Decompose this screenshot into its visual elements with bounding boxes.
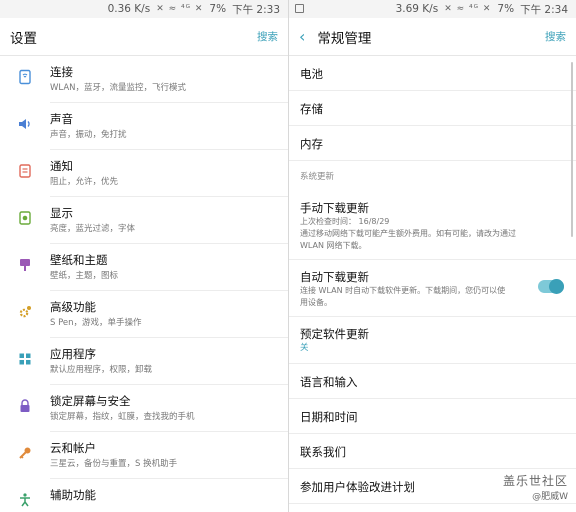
storage-item[interactable]: 存储 — [289, 91, 576, 126]
date-time-item[interactable]: 日期和时间 — [289, 399, 576, 434]
lock-icon — [16, 397, 34, 415]
last-check-time: 上次检查时间： 16/8/29 — [300, 217, 390, 226]
app-header: ‹ 常规管理 搜索 — [289, 18, 576, 56]
advanced-features-icon — [16, 303, 34, 321]
watermark-author: @肥威W — [532, 492, 568, 502]
search-button[interactable]: 搜索 — [257, 29, 278, 44]
item-description: 用设备。 — [300, 298, 332, 307]
settings-item-title: 声音 — [50, 112, 73, 126]
accessibility-icon — [16, 491, 34, 509]
wallpaper-icon — [16, 256, 34, 274]
scrollbar[interactable] — [571, 62, 573, 237]
signal-icons: ✕ ≈ ⁴ᴳ ✕ — [156, 4, 204, 14]
item-title: 自动下载更新 — [300, 270, 369, 284]
notifications-icon — [16, 162, 34, 180]
watermark: 盖乐世社区 @肥威W — [503, 472, 568, 502]
settings-item-text: 通知 阻止，允许，优先 — [50, 159, 118, 189]
watermark-title: 盖乐世社区 — [502, 474, 568, 488]
settings-item-subtitle: 阻止，允许，优先 — [50, 177, 119, 187]
item-description: 连接 WLAN 时自动下载软件更新。下载期间，您仍可以使 — [300, 286, 506, 295]
apps-icon — [16, 350, 34, 368]
settings-item[interactable]: 通知 阻止，允许，优先 — [0, 150, 288, 197]
page-title: 设置 — [10, 30, 37, 47]
page-title: 常规管理 — [317, 30, 372, 47]
scheduled-update-item[interactable]: 预定软件更新 关 — [289, 317, 576, 364]
contact-us-item[interactable]: 联系我们 — [289, 434, 576, 469]
language-input-item[interactable]: 语言和输入 — [289, 364, 576, 399]
search-button[interactable]: 搜索 — [545, 29, 566, 44]
settings-item-text: 连接 WLAN，蓝牙，流量监控，飞行模式 — [50, 65, 186, 95]
item-description: WLAN 网络下载。 — [300, 241, 367, 250]
settings-item-title: 壁纸和主题 — [50, 253, 108, 267]
settings-item-title: 显示 — [50, 206, 73, 220]
settings-item[interactable]: 应用程序 默认应用程序，权限，卸载 — [0, 338, 288, 385]
settings-item[interactable]: 云和帐户 三星云，备份与重置，S 换机助手 — [0, 432, 288, 479]
battery-level: 7% — [209, 3, 227, 15]
auto-download-update-item[interactable]: 自动下载更新 连接 WLAN 时自动下载软件更新。下载期间，您仍可以使 用设备。 — [289, 260, 576, 317]
network-speed: 3.69 K/s — [395, 3, 439, 15]
image-notification-icon — [295, 4, 304, 13]
settings-list: 连接 WLAN，蓝牙，流量监控，飞行模式 声音 声音，振动，免打扰 通知 阻止，… — [0, 56, 288, 512]
item-title: 手动下载更新 — [300, 201, 369, 215]
cloud-key-icon — [16, 444, 34, 462]
display-icon — [16, 209, 34, 227]
settings-item-text: 云和帐户 三星云，备份与重置，S 换机助手 — [50, 441, 177, 471]
settings-item-subtitle: 声音，振动，免打扰 — [50, 130, 127, 140]
settings-item[interactable]: 锁定屏幕与安全 锁定屏幕，指纹，虹膜，查找我的手机 — [0, 385, 288, 432]
settings-item[interactable]: 声音 声音，振动，免打扰 — [0, 103, 288, 150]
settings-item-text: 辅助功能 — [50, 488, 96, 505]
signal-icons: ✕ ≈ ⁴ᴳ ✕ — [444, 4, 492, 14]
clock: 下午 2:34 — [520, 3, 568, 16]
sound-icon — [16, 115, 34, 133]
section-header-system-update: 系统更新 — [300, 172, 335, 182]
settings-item-text: 壁纸和主题 壁纸，主题，图标 — [50, 253, 118, 283]
settings-item[interactable]: 连接 WLAN，蓝牙，流量监控，飞行模式 — [0, 56, 288, 103]
manual-download-update-item[interactable]: 手动下载更新 上次检查时间： 16/8/29 通过移动网络下载可能产生额外费用。… — [289, 191, 576, 260]
settings-item[interactable]: 显示 亮度，蓝光过滤，字体 — [0, 197, 288, 244]
clock: 下午 2:33 — [232, 3, 280, 16]
settings-item-title: 通知 — [50, 159, 73, 173]
settings-item-title: 锁定屏幕与安全 — [50, 394, 131, 408]
battery-item[interactable]: 电池 — [289, 56, 576, 91]
memory-item[interactable]: 内存 — [289, 126, 576, 161]
settings-item-text: 显示 亮度，蓝光过滤，字体 — [50, 206, 135, 236]
settings-screen: 0.36 K/s ✕ ≈ ⁴ᴳ ✕ 7% 下午 2:33 设置 搜索 连接 WL… — [0, 0, 288, 512]
settings-item-subtitle: 三星云，备份与重置，S 换机助手 — [50, 459, 178, 469]
settings-item-title: 应用程序 — [50, 347, 96, 361]
settings-item-subtitle: WLAN，蓝牙，流量监控，飞行模式 — [50, 83, 187, 93]
settings-item-subtitle: 壁纸，主题，图标 — [50, 271, 119, 281]
settings-item-text: 锁定屏幕与安全 锁定屏幕，指纹，虹膜，查找我的手机 — [50, 394, 195, 424]
status-bar: 0.36 K/s ✕ ≈ ⁴ᴳ ✕ 7% 下午 2:33 — [0, 0, 288, 18]
settings-item-title: 辅助功能 — [50, 488, 96, 502]
settings-item-text: 高级功能 S Pen，游戏，单手操作 — [50, 300, 142, 330]
app-header: 设置 搜索 — [0, 18, 288, 56]
settings-item-subtitle: 默认应用程序，权限，卸载 — [50, 365, 153, 375]
battery-level: 7% — [497, 3, 515, 15]
connections-icon — [16, 68, 34, 86]
settings-item-title: 连接 — [50, 65, 73, 79]
back-arrow-icon[interactable]: ‹ — [299, 28, 305, 45]
settings-item[interactable]: 辅助功能 — [0, 479, 288, 512]
toggle-knob — [549, 279, 564, 294]
general-management-screen: 3.69 K/s ✕ ≈ ⁴ᴳ ✕ 7% 下午 2:34 ‹ 常规管理 搜索 电… — [288, 0, 576, 512]
item-description: 通过移动网络下载可能产生额外费用。如有可能，请改为通过 — [300, 229, 516, 238]
settings-item-text: 应用程序 默认应用程序，权限，卸载 — [50, 347, 152, 377]
auto-update-toggle[interactable] — [538, 279, 564, 294]
settings-item-text: 声音 声音，振动，免打扰 — [50, 112, 127, 142]
settings-item-subtitle: 亮度，蓝光过滤，字体 — [50, 224, 136, 234]
status-bar: 3.69 K/s ✕ ≈ ⁴ᴳ ✕ 7% 下午 2:34 — [289, 0, 576, 18]
network-speed: 0.36 K/s — [107, 3, 151, 15]
settings-item[interactable]: 壁纸和主题 壁纸，主题，图标 — [0, 244, 288, 291]
settings-item-title: 高级功能 — [50, 300, 96, 314]
item-title: 预定软件更新 — [300, 327, 369, 341]
item-value: 关 — [300, 343, 309, 353]
settings-item[interactable]: 高级功能 S Pen，游戏，单手操作 — [0, 291, 288, 338]
settings-item-subtitle: 锁定屏幕，指纹，虹膜，查找我的手机 — [50, 412, 195, 422]
settings-item-title: 云和帐户 — [50, 441, 96, 455]
settings-item-subtitle: S Pen，游戏，单手操作 — [50, 318, 142, 328]
